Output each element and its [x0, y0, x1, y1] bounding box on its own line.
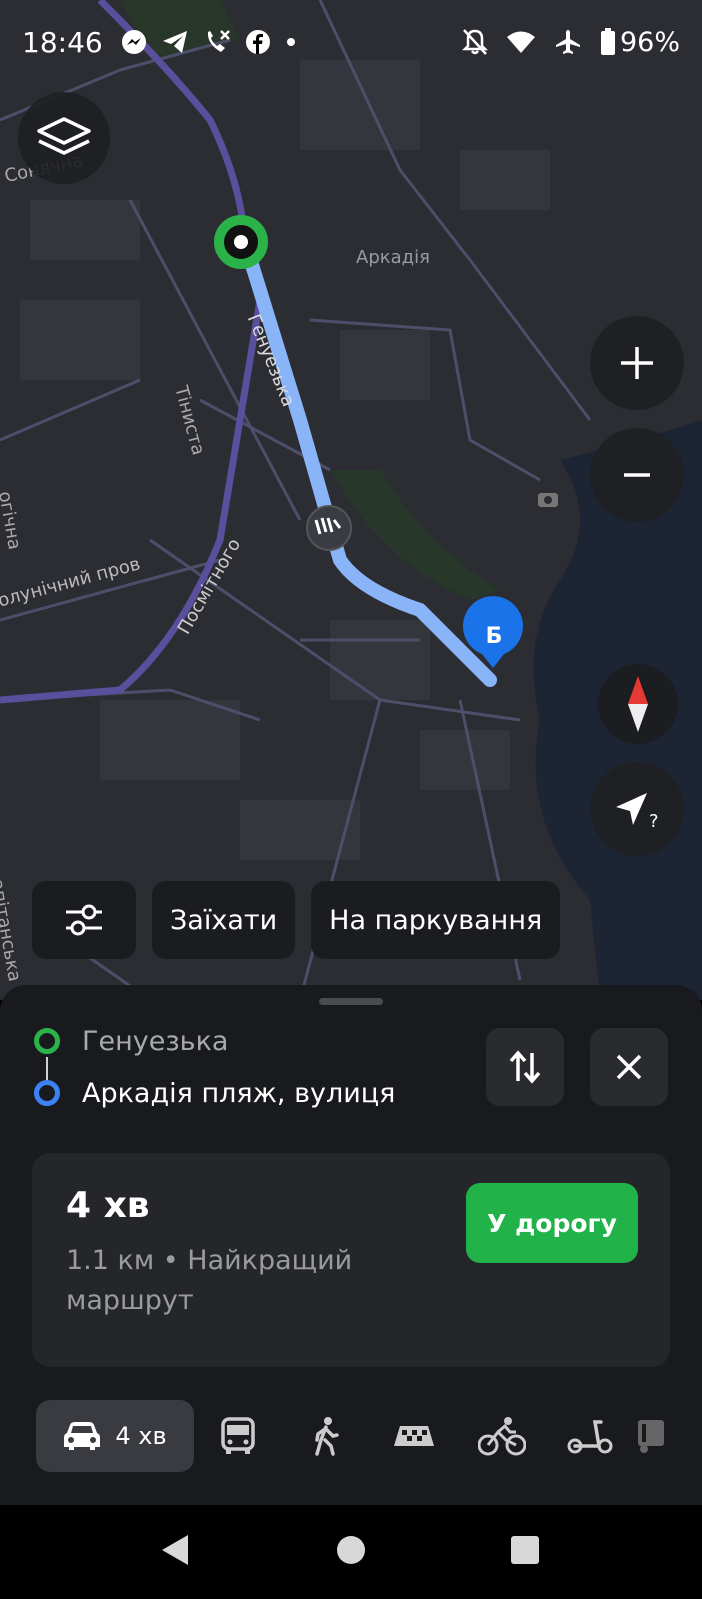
mode-scooter[interactable]: [546, 1400, 634, 1472]
messenger-icon: [121, 29, 147, 55]
mode-car[interactable]: 4 хв: [36, 1400, 194, 1472]
walk-icon: [313, 1416, 339, 1456]
mode-bus[interactable]: [194, 1400, 282, 1472]
close-route-button[interactable]: [590, 1028, 668, 1106]
plus-icon: [619, 345, 655, 381]
destination-label: Аркадія пляж, вулиця: [82, 1077, 396, 1109]
minus-icon: [622, 472, 652, 478]
nav-home-button[interactable]: [326, 1525, 376, 1575]
route-bottom-sheet: Генуезька Аркадія пляж, вулиця 4 хв 1.1 …: [0, 985, 702, 1505]
nav-back-button[interactable]: [150, 1525, 200, 1575]
route-duration: 4 хв: [66, 1185, 150, 1226]
sliders-icon: [63, 902, 105, 938]
mode-truck[interactable]: [634, 1400, 674, 1472]
compass-button[interactable]: [598, 664, 678, 744]
scooter-icon: [567, 1418, 613, 1454]
route-summary-card[interactable]: 4 хв 1.1 км • Найкращий маршрут У дорогу: [32, 1153, 670, 1367]
airplane-icon: [554, 28, 582, 56]
layers-button[interactable]: [18, 92, 110, 184]
home-circle-icon: [335, 1534, 367, 1566]
battery-percent: 96%: [619, 26, 680, 58]
transport-modes: 4 хв: [36, 1400, 674, 1472]
wifi-icon: [506, 30, 536, 54]
missed-call-icon: [203, 28, 231, 56]
bus-icon: [221, 1417, 255, 1455]
back-triangle-icon: [158, 1533, 192, 1567]
facebook-icon: [245, 29, 271, 55]
truck-icon: [634, 1418, 664, 1454]
mute-icon: [461, 28, 488, 56]
zoom-in-button[interactable]: [590, 316, 684, 410]
map-label: Аркадія: [356, 247, 430, 268]
my-location-button[interactable]: ?: [590, 762, 684, 856]
battery-icon: [600, 28, 616, 56]
start-navigation-button[interactable]: У дорогу: [466, 1183, 638, 1263]
location-arrow-icon: ?: [613, 789, 661, 829]
traffic-light-icon: [306, 505, 352, 551]
mode-walk[interactable]: [282, 1400, 370, 1472]
origin-row[interactable]: Генуезька: [34, 1015, 395, 1067]
mode-taxi[interactable]: [370, 1400, 458, 1472]
status-time: 18:46: [22, 25, 103, 59]
bike-icon: [478, 1416, 526, 1456]
swap-route-button[interactable]: [486, 1028, 564, 1106]
origin-dot-icon: [34, 1028, 60, 1054]
route-settings-button[interactable]: [32, 881, 136, 959]
dot-icon: [285, 36, 297, 48]
destination-dot-icon: [34, 1080, 60, 1106]
svg-text:?: ?: [649, 811, 659, 829]
close-icon: [615, 1053, 643, 1081]
sheet-drag-handle[interactable]: [319, 998, 383, 1005]
drive-in-chip[interactable]: Заїхати: [152, 881, 296, 959]
taxi-icon: [392, 1424, 436, 1448]
origin-label: Генуезька: [82, 1025, 229, 1057]
recents-square-icon: [510, 1535, 540, 1565]
parking-chip[interactable]: На паркування: [311, 881, 561, 959]
status-bar: 18:46 96%: [0, 0, 702, 84]
compass-icon: [626, 674, 650, 734]
car-time: 4 хв: [115, 1422, 167, 1450]
mode-bike[interactable]: [458, 1400, 546, 1472]
car-icon: [63, 1421, 101, 1451]
waypoints-list: Генуезька Аркадія пляж, вулиця: [34, 1015, 395, 1119]
destination-marker-label: Б: [485, 624, 503, 649]
zoom-out-button[interactable]: [590, 428, 684, 522]
swap-arrows-icon: [507, 1049, 543, 1085]
layers-icon: [36, 116, 92, 160]
route-options-chips: Заїхати На паркування: [32, 881, 561, 959]
nav-recents-button[interactable]: [500, 1525, 550, 1575]
telegram-icon: [161, 29, 189, 55]
system-nav-bar: [0, 1505, 702, 1599]
route-details: 1.1 км • Найкращий маршрут: [66, 1245, 353, 1316]
destination-row[interactable]: Аркадія пляж, вулиця: [34, 1067, 395, 1119]
